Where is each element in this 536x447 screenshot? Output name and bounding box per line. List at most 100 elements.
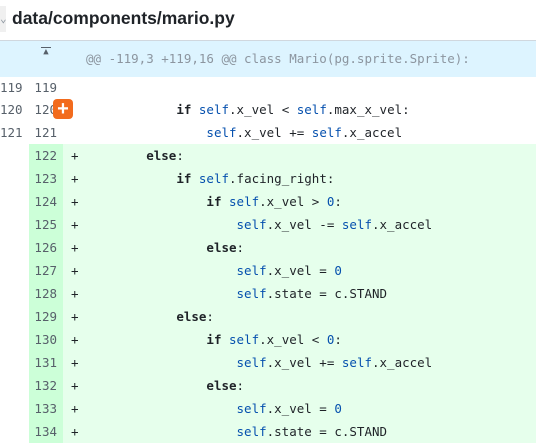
old-line-number[interactable]: [0, 213, 29, 236]
code-cell: + if self.x_vel < 0:: [63, 328, 536, 351]
old-line-number[interactable]: [0, 236, 29, 259]
new-line-number[interactable]: 126: [29, 236, 63, 259]
code-text: self.x_vel = 0: [86, 397, 342, 420]
keyword-token: if: [176, 171, 192, 186]
code-token: .max_x_vel:: [326, 102, 410, 117]
code-token: .x_vel +=: [236, 125, 312, 140]
added-line: 128 + self.state = c.STAND: [0, 282, 536, 305]
added-line: 126 + else:: [0, 236, 536, 259]
code-text: self.state = c.STAND: [86, 420, 388, 443]
new-line-number[interactable]: 128: [29, 282, 63, 305]
new-line-number[interactable]: 119: [29, 78, 63, 98]
diff-marker: +: [71, 378, 79, 393]
added-line: 127 + self.x_vel = 0: [0, 259, 536, 282]
new-line-number[interactable]: 134: [29, 420, 63, 443]
collapse-icon[interactable]: ⌄: [0, 6, 6, 32]
code-text: else:: [86, 305, 214, 328]
self-token: self: [236, 217, 267, 232]
new-line-number[interactable]: 133: [29, 397, 63, 420]
keyword-token: else: [206, 378, 237, 393]
old-line-number[interactable]: [0, 190, 29, 213]
old-line-number[interactable]: [0, 374, 29, 397]
old-line-number[interactable]: [0, 305, 29, 328]
new-line-number[interactable]: 123: [29, 167, 63, 190]
code-text: if self.x_vel > 0:: [86, 190, 342, 213]
code-token: .x_vel +=: [266, 355, 342, 370]
old-line-number[interactable]: [0, 420, 29, 443]
new-line-number[interactable]: 127: [29, 259, 63, 282]
hunk-header-text: @@ -119,3 +119,16 @@ class Mario(pg.spri…: [86, 51, 470, 66]
code-cell: + else:: [63, 305, 536, 328]
old-line-number[interactable]: [0, 259, 29, 282]
code-text: self.x_vel = 0: [86, 259, 342, 282]
code-token: .state = c.STAND: [266, 286, 388, 301]
old-line-number[interactable]: [0, 351, 29, 374]
new-line-number[interactable]: 131: [29, 351, 63, 374]
code-cell: if self.x_vel < self.max_x_vel:: [63, 98, 536, 121]
keyword-token: if: [176, 102, 192, 117]
diff-marker: +: [71, 424, 79, 439]
code-token: .x_accel: [372, 217, 433, 232]
code-token: :: [236, 240, 245, 255]
add-comment-button[interactable]: +: [53, 99, 73, 119]
code-text: self.state = c.STAND: [86, 282, 388, 305]
code-text: self.x_vel += self.x_accel: [86, 351, 433, 374]
code-cell: + self.x_vel = 0: [63, 259, 536, 282]
code-cell: + if self.facing_right:: [63, 167, 536, 190]
code-token: .x_vel =: [266, 401, 335, 416]
code-token: .facing_right:: [229, 171, 335, 186]
new-line-number[interactable]: 121: [29, 121, 63, 144]
code-token: .x_vel -=: [266, 217, 342, 232]
self-token: self: [206, 125, 237, 140]
expand-up-glyph: ▲: [43, 47, 49, 57]
diff-marker: +: [71, 148, 79, 163]
old-line-number[interactable]: [0, 144, 29, 167]
file-path[interactable]: data/components/mario.py: [12, 8, 235, 29]
expand-up-icon[interactable]: ▲: [29, 47, 63, 57]
old-line-number[interactable]: [0, 282, 29, 305]
diff-marker: +: [71, 171, 79, 186]
new-line-number[interactable]: 124: [29, 190, 63, 213]
old-line-number[interactable]: [0, 167, 29, 190]
new-line-number[interactable]: 122: [29, 144, 63, 167]
code-cell: + self.x_vel = 0: [63, 397, 536, 420]
code-text: self.x_vel += self.x_accel: [86, 121, 402, 144]
code-cell: + self.x_vel -= self.x_accel: [63, 213, 536, 236]
added-line: 129 + else:: [0, 305, 536, 328]
old-line-number[interactable]: [0, 397, 29, 420]
keyword-token: else: [146, 148, 177, 163]
new-line-number[interactable]: 129: [29, 305, 63, 328]
added-line: 130 + if self.x_vel < 0:: [0, 328, 536, 351]
new-line-number[interactable]: 130: [29, 328, 63, 351]
self-token: self: [236, 401, 267, 416]
added-line: 125 + self.x_vel -= self.x_accel: [0, 213, 536, 236]
old-line-number[interactable]: 120: [0, 98, 29, 121]
code-cell: + else:: [63, 236, 536, 259]
code-token: .x_accel: [372, 355, 433, 370]
code-token: :: [334, 194, 342, 209]
number-token: 0: [334, 401, 342, 416]
added-line: 131 + self.x_vel += self.x_accel: [0, 351, 536, 374]
code-token: .x_vel >: [259, 194, 327, 209]
diff-marker: +: [71, 332, 79, 347]
self-token: self: [341, 217, 372, 232]
code-text: else:: [86, 144, 184, 167]
old-line-number[interactable]: [0, 328, 29, 351]
code-token: :: [206, 309, 214, 324]
old-line-number[interactable]: 121: [0, 121, 29, 144]
self-token: self: [236, 263, 267, 278]
old-line-number[interactable]: 119: [0, 78, 29, 98]
hunk-old-gutter: [0, 41, 29, 77]
code-token: .x_vel <: [259, 332, 327, 347]
diff-marker: +: [71, 240, 79, 255]
new-line-number[interactable]: 125: [29, 213, 63, 236]
new-line-number[interactable]: 132: [29, 374, 63, 397]
